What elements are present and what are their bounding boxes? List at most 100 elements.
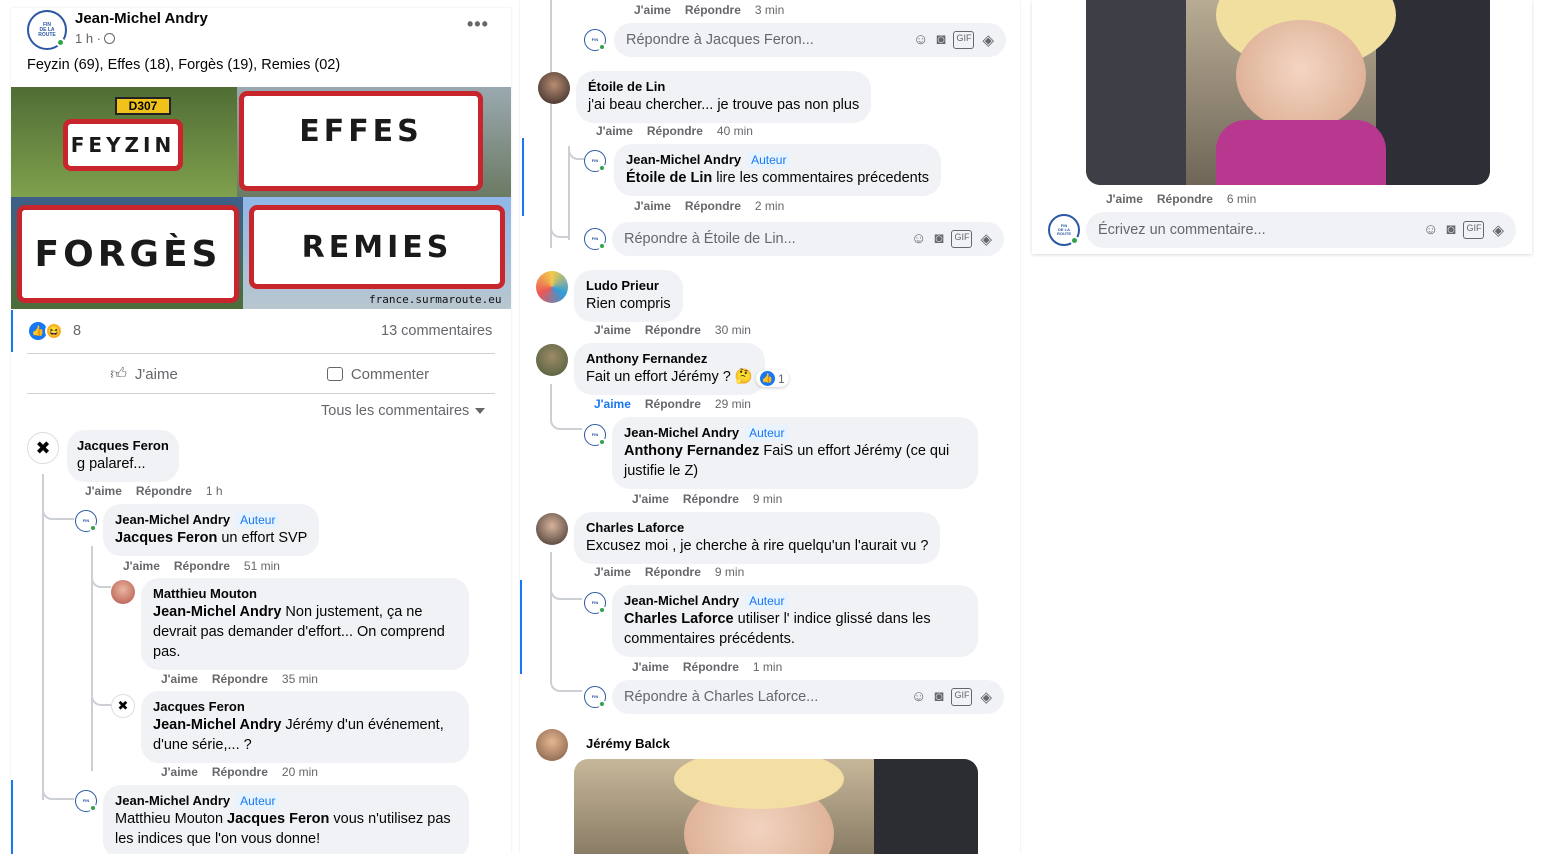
comment-author[interactable]: Étoile de Lin [588,79,859,95]
mention[interactable]: Jacques Feron [115,530,217,546]
comment-time[interactable]: 51 min [244,559,280,573]
camera-icon[interactable]: ◙ [934,688,943,706]
user-avatar[interactable] [536,513,568,545]
mention[interactable]: Jean-Michel Andry [153,717,281,733]
like-link[interactable]: J'aime [632,660,669,674]
comment-author[interactable]: Jean-Michel Andry [624,425,739,440]
user-avatar[interactable] [536,344,568,376]
smiley-icon[interactable]: ☺ [1423,221,1438,239]
reaction-count[interactable]: 8 [73,323,81,339]
smiley-icon[interactable]: ☺ [911,230,926,248]
comment-author[interactable]: Jean-Michel Andry [115,512,230,527]
like-link[interactable]: J'aime [1106,192,1143,206]
comment-time[interactable]: 3 min [755,3,784,17]
comment-button[interactable]: Commenter [326,366,429,383]
mention[interactable]: Anthony Fernandez [624,443,759,459]
reply-link[interactable]: Répondre [685,199,741,213]
like-link[interactable]: J'aime [634,3,671,17]
mention[interactable]: Charles Laforce [624,611,734,627]
comment-author[interactable]: Charles Laforce [586,520,928,536]
like-link[interactable]: J'aime [594,565,631,579]
comment-author[interactable]: Jacques Feron [77,438,169,454]
comment-image[interactable] [1086,0,1490,185]
sticker-icon[interactable]: ◈ [1492,221,1504,239]
comment-time[interactable]: 20 min [282,765,318,779]
comment-reaction[interactable]: 👍 1 [756,370,789,387]
reply-link[interactable]: Répondre [683,660,739,674]
like-link[interactable]: J'aime [594,397,631,411]
comment-time[interactable]: 9 min [715,565,744,579]
camera-icon[interactable]: ◙ [934,230,943,248]
comment-author[interactable]: Ludo Prieur [586,278,671,294]
reply-link[interactable]: Répondre [645,565,701,579]
user-avatar[interactable] [536,729,568,761]
reply-link[interactable]: Répondre [212,765,268,779]
mention[interactable]: Jean-Michel Andry [153,604,281,620]
comment-author[interactable]: Jean-Michel Andry [626,152,741,167]
user-avatar[interactable] [538,72,570,104]
user-avatar[interactable]: ✖ [111,694,135,718]
camera-icon[interactable]: ◙ [936,31,945,49]
comment-author[interactable]: Anthony Fernandez [586,351,753,367]
gif-icon[interactable]: GIF [951,688,973,706]
sticker-icon[interactable]: ◈ [980,230,992,248]
like-link[interactable]: J'aime [634,199,671,213]
reply-link[interactable]: Répondre [645,397,701,411]
reply-link[interactable]: Répondre [647,124,703,138]
haha-reaction-icon[interactable]: 😆 [45,322,63,340]
like-link[interactable]: J'aime [123,559,160,573]
comment-author[interactable]: Jean-Michel Andry [624,593,739,608]
post-author[interactable]: Jean-Michel Andry [75,10,208,27]
reply-link[interactable]: Répondre [174,559,230,573]
reply-link[interactable]: Répondre [212,672,268,686]
like-link[interactable]: J'aime [161,672,198,686]
comment-time[interactable]: 35 min [282,672,318,686]
like-link[interactable]: J'aime [596,124,633,138]
comment-time[interactable]: 6 min [1227,192,1256,206]
comment-count[interactable]: 13 commentaires [381,323,492,339]
reply-link[interactable]: Répondre [645,323,701,337]
reply-link[interactable]: Répondre [685,3,741,17]
reply-input-etoile[interactable]: Répondre à Étoile de Lin... ☺ ◙ GIF ◈ [612,222,1004,256]
comment-time[interactable]: 30 min [715,323,751,337]
gif-icon[interactable]: GIF [1463,221,1485,239]
reply-link[interactable]: Répondre [1157,192,1213,206]
comment-time[interactable]: 9 min [753,492,782,506]
reply-input-charles[interactable]: Répondre à Charles Laforce... ☺ ◙ GIF ◈ [612,680,1004,714]
user-avatar[interactable]: ✖ [27,432,59,464]
comment-time[interactable]: 1 min [753,660,782,674]
like-link[interactable]: J'aime [632,492,669,506]
smiley-icon[interactable]: ☺ [913,31,928,49]
post-image[interactable]: D307 FEYZIN EFFES FORGÈS REMIES france.s… [11,87,511,309]
comment-author[interactable]: Jacques Feron [153,699,457,715]
like-link[interactable]: J'aime [85,484,122,498]
mention[interactable]: Étoile de Lin [626,170,712,186]
reply-link[interactable]: Répondre [136,484,192,498]
smiley-icon[interactable]: ☺ [911,688,926,706]
camera-icon[interactable]: ◙ [1446,221,1455,239]
like-button[interactable]: 👍︎ J'aime [110,365,178,384]
sticker-icon[interactable]: ◈ [982,31,994,49]
gif-icon[interactable]: GIF [951,230,973,248]
like-link[interactable]: J'aime [161,765,198,779]
write-comment-input[interactable]: Écrivez un commentaire... ☺ ◙ GIF ◈ [1086,212,1516,248]
reply-input-jacques[interactable]: Répondre à Jacques Feron... ☺ ◙ GIF ◈ [614,23,1006,57]
comment-author[interactable]: Matthieu Mouton [153,586,457,602]
like-link[interactable]: J'aime [594,323,631,337]
comment-author[interactable]: Jean-Michel Andry [115,793,230,808]
gif-icon[interactable]: GIF [953,31,975,49]
post-time[interactable]: 1 h · [75,31,101,46]
comment-image[interactable] [574,759,978,854]
comment-author[interactable]: Jérémy Balck [586,736,670,752]
comment-time[interactable]: 29 min [715,397,751,411]
user-avatar[interactable] [111,580,135,604]
comment-filter[interactable]: Tous les commentaires [321,403,486,419]
reply-link[interactable]: Répondre [683,492,739,506]
comment-time[interactable]: 1 h [206,484,223,498]
comment-time[interactable]: 2 min [755,199,784,213]
sticker-icon[interactable]: ◈ [980,688,992,706]
more-options-icon[interactable]: ••• [467,14,489,35]
mention[interactable]: Jacques Feron [227,811,329,827]
comment-time[interactable]: 40 min [717,124,753,138]
user-avatar[interactable] [536,271,568,303]
